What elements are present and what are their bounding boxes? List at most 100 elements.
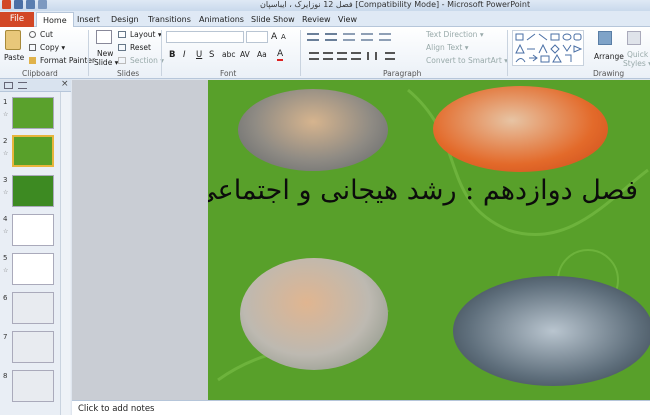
undo-icon[interactable] [26, 0, 35, 9]
shapes-gallery[interactable] [512, 30, 584, 66]
notes-placeholder[interactable]: Click to add notes [78, 404, 154, 414]
paragraph-group-label: Paragraph [383, 69, 422, 78]
slide-thumbnail-6[interactable] [12, 292, 54, 324]
quick-styles-icon [627, 31, 641, 45]
shapes-icon [515, 33, 583, 63]
change-case-button[interactable]: Aa [257, 50, 267, 59]
cut-icon [29, 31, 36, 38]
redo-icon[interactable] [38, 0, 47, 9]
quick-styles-dropdown[interactable]: Styles ▾ [623, 59, 650, 68]
new-slide-icon[interactable] [96, 30, 112, 44]
justify-icon[interactable] [351, 52, 361, 60]
slide-thumbnail-2[interactable] [12, 135, 54, 167]
paste-button[interactable]: Paste [4, 53, 24, 62]
tab-review[interactable]: Review [302, 12, 331, 27]
group-divider [88, 30, 89, 76]
photo-two-teenagers [238, 89, 388, 171]
slide-thumbnail-3[interactable] [12, 175, 54, 207]
group-divider [507, 30, 508, 76]
font-name-box[interactable] [166, 31, 244, 43]
tab-file[interactable]: File [0, 12, 34, 27]
align-right-icon[interactable] [337, 52, 347, 60]
cut-button[interactable]: Cut [40, 30, 53, 39]
tab-home[interactable]: Home [36, 12, 74, 27]
slide-number: 2 [3, 137, 8, 145]
animation-star-icon: ☆ [3, 228, 9, 235]
slide-number: 7 [3, 333, 8, 341]
character-spacing-button[interactable]: AV [240, 50, 250, 59]
tab-view[interactable]: View [338, 12, 357, 27]
strikethrough-button[interactable]: S [209, 50, 214, 60]
new-slide-button[interactable]: New [97, 49, 113, 58]
font-color-button[interactable]: A [277, 49, 284, 61]
tab-slide-show[interactable]: Slide Show [251, 12, 295, 27]
tab-design[interactable]: Design [111, 12, 139, 27]
outline-tab-icon[interactable] [18, 82, 27, 89]
format-painter-icon [29, 57, 36, 64]
reset-icon [118, 44, 126, 51]
columns-icon[interactable] [367, 52, 377, 60]
slides-panel-header: × [0, 79, 71, 92]
increase-indent-icon[interactable] [361, 33, 373, 41]
arrange-icon [598, 31, 612, 45]
slide-thumbnail-1[interactable] [12, 97, 54, 129]
photo-bus-stop-teens [453, 276, 650, 386]
slide-thumbnail-7[interactable] [12, 331, 54, 363]
slide-number: 1 [3, 98, 8, 106]
slide-number: 6 [3, 294, 8, 302]
underline-button[interactable]: U [196, 50, 202, 60]
shrink-font-button[interactable]: A [281, 33, 286, 41]
section-button[interactable]: Section ▾ [130, 56, 164, 65]
numbering-icon[interactable] [325, 33, 337, 41]
convert-to-smartart-button[interactable]: Convert to SmartArt ▾ [426, 56, 508, 65]
arrange-button[interactable]: Arrange [594, 52, 624, 61]
slides-tab-icon[interactable] [4, 82, 13, 89]
group-divider [300, 30, 301, 76]
quick-styles-button[interactable]: Quick [627, 50, 648, 59]
decrease-indent-icon[interactable] [343, 33, 355, 41]
format-painter-button[interactable]: Format Painter [40, 56, 95, 65]
tab-insert[interactable]: Insert [77, 12, 100, 27]
font-group-label: Font [220, 69, 237, 78]
quick-access-toolbar [2, 0, 47, 9]
bold-button[interactable]: B [169, 50, 175, 60]
copy-button[interactable]: Copy ▾ [40, 43, 65, 52]
section-icon [118, 57, 126, 64]
grow-font-button[interactable]: A [271, 32, 277, 42]
clipboard-group-label: Clipboard [22, 69, 58, 78]
align-center-icon[interactable] [323, 52, 333, 60]
italic-button[interactable]: I [183, 50, 186, 60]
current-slide[interactable]: فصل دوازدهم : رشد هیجانی و اجتماعی در نو… [208, 80, 650, 400]
align-left-icon[interactable] [309, 52, 319, 60]
rtl-direction-icon[interactable] [385, 52, 395, 60]
bullets-icon[interactable] [307, 33, 319, 41]
notes-pane[interactable]: Click to add notes [72, 400, 650, 415]
slide-number: 5 [3, 254, 8, 262]
line-spacing-icon[interactable] [379, 33, 391, 41]
align-text-button[interactable]: Align Text ▾ [426, 43, 469, 52]
drawing-group-label: Drawing [593, 69, 625, 78]
group-divider [161, 30, 162, 76]
powerpoint-app-icon[interactable] [2, 0, 11, 9]
close-panel-icon[interactable]: × [61, 79, 69, 89]
animation-star-icon: ☆ [3, 267, 9, 274]
font-size-box[interactable] [246, 31, 268, 43]
slide-thumbnail-8[interactable] [12, 370, 54, 402]
save-icon[interactable] [14, 0, 23, 9]
slide-title[interactable]: فصل دوازدهم : رشد هیجانی و اجتماعی در نو… [208, 175, 638, 206]
new-slide-dropdown[interactable]: Slide ▾ [94, 58, 118, 67]
tab-animations[interactable]: Animations [199, 12, 244, 27]
layout-button[interactable]: Layout ▾ [130, 30, 162, 39]
paste-icon[interactable] [5, 30, 21, 50]
slides-group-label: Slides [117, 69, 140, 78]
animation-star-icon: ☆ [3, 150, 9, 157]
slide-thumbnail-5[interactable] [12, 253, 54, 285]
tab-transitions[interactable]: Transitions [148, 12, 191, 27]
slide-thumbnail-4[interactable] [12, 214, 54, 246]
shadow-button[interactable]: abc [222, 50, 235, 59]
text-direction-button[interactable]: Text Direction ▾ [426, 30, 484, 39]
photo-teen-smoking [240, 258, 388, 370]
window-title: فصل 12 نوزایرک ، ایباسپان [Compatibility… [260, 0, 531, 9]
reset-button[interactable]: Reset [130, 43, 151, 52]
slides-scrollbar[interactable] [60, 92, 70, 415]
